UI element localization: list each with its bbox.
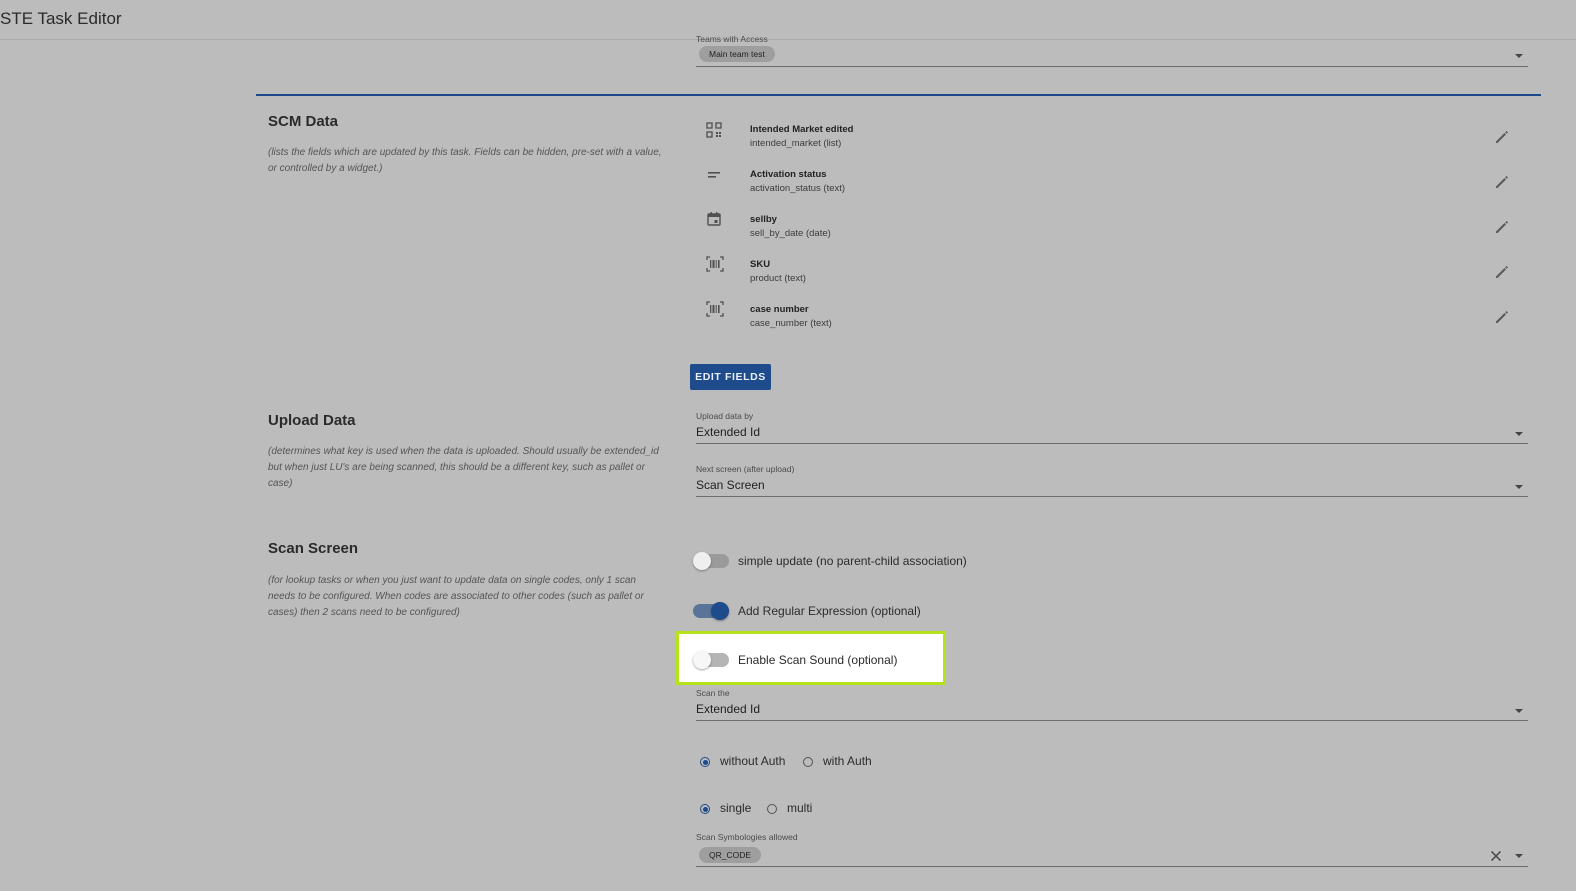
field-row-subtitle: case_number (text) [750, 318, 832, 329]
without-auth-radio[interactable] [700, 757, 710, 767]
field-row-title: case number [750, 304, 809, 315]
toggle-knob [693, 651, 711, 669]
next-screen-label: Next screen (after upload) [696, 464, 795, 474]
field-row-title: sellby [750, 214, 777, 225]
barcode-scan-icon [706, 256, 724, 277]
simple-update-toggle[interactable] [693, 552, 729, 570]
next-screen-select[interactable]: Scan Screen [696, 478, 765, 492]
scm-section-description: (lists the fields which are updated by t… [268, 147, 662, 174]
calendar-icon [706, 211, 722, 232]
multi-radio[interactable] [767, 804, 777, 814]
short-text-icon [706, 167, 722, 188]
teams-field-underline [696, 66, 1528, 67]
clear-icon[interactable] [1490, 849, 1502, 867]
regex-toggle[interactable] [693, 602, 729, 620]
teams-field-label-clip: Teams with Access [696, 34, 896, 42]
scan-the-select[interactable]: Extended Id [696, 702, 760, 716]
simple-update-label: simple update (no parent-child associati… [738, 554, 967, 568]
toggle-knob [711, 602, 729, 620]
qr-code-icon [706, 122, 722, 143]
field-row-subtitle: intended_market (list) [750, 138, 842, 149]
section-divider [256, 94, 1541, 96]
next-screen-caret-icon[interactable] [1515, 485, 1523, 489]
multi-label: multi [787, 801, 813, 815]
symbologies-label: Scan Symbologies allowed [696, 832, 798, 842]
upload-by-label: Upload data by [696, 411, 754, 421]
scan-section-title: Scan Screen [268, 540, 359, 557]
single-radio[interactable] [700, 804, 710, 814]
scan-the-caret-icon[interactable] [1515, 709, 1523, 713]
field-row-subtitle: activation_status (text) [750, 183, 846, 194]
edit-pencil-icon[interactable] [1494, 129, 1510, 150]
symbology-chip[interactable]: QR_CODE [699, 847, 762, 863]
scan-sound-toggle[interactable] [693, 651, 729, 669]
edit-fields-button[interactable]: EDIT FIELDS [690, 364, 771, 390]
symbologies-caret-icon[interactable] [1515, 854, 1523, 858]
field-row-title: Activation status [750, 169, 827, 180]
scan-sound-label: Enable Scan Sound (optional) [738, 653, 898, 667]
team-chip[interactable]: Main team test [699, 46, 775, 62]
symbologies-underline [696, 866, 1528, 867]
scan-the-underline [696, 720, 1528, 721]
barcode-scan-icon [706, 301, 724, 322]
regex-label: Add Regular Expression (optional) [738, 604, 921, 618]
upload-by-select[interactable]: Extended Id [696, 425, 760, 439]
field-row-title: SKU [750, 259, 771, 270]
app-title: STE Task Editor [0, 9, 122, 28]
field-row-title: Intended Market edited [750, 124, 854, 135]
teams-field-label: Teams with Access [696, 34, 768, 42]
edit-pencil-icon[interactable] [1494, 264, 1510, 285]
edit-pencil-icon[interactable] [1494, 219, 1510, 240]
upload-by-caret-icon[interactable] [1515, 432, 1523, 436]
with-auth-label: with Auth [823, 754, 872, 768]
scm-section-title: SCM Data [268, 113, 339, 130]
edit-pencil-icon[interactable] [1494, 174, 1510, 195]
scan-the-label: Scan the [696, 688, 730, 698]
with-auth-radio[interactable] [803, 757, 813, 767]
toggle-knob [693, 552, 711, 570]
upload-section-description: (determines what key is used when the da… [268, 446, 659, 489]
field-row-subtitle: sell_by_date (date) [750, 228, 831, 239]
without-auth-label: without Auth [720, 754, 786, 768]
upload-by-underline [696, 443, 1528, 444]
teams-dropdown-caret-icon[interactable] [1515, 54, 1523, 58]
scan-section-description: (for lookup tasks or when you just want … [268, 575, 644, 618]
single-label: single [720, 801, 752, 815]
next-screen-underline [696, 496, 1528, 497]
field-row-subtitle: product (text) [750, 273, 806, 284]
upload-section-title: Upload Data [268, 412, 356, 429]
edit-pencil-icon[interactable] [1494, 309, 1510, 330]
